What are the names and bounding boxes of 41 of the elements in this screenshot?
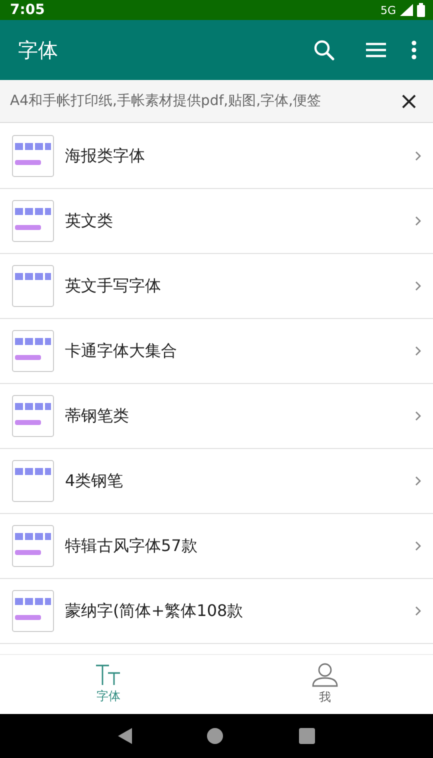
list-item[interactable]: 卡通字体大集合: [0, 319, 433, 384]
item-title: 蒙纳字(简体+繁体108款: [65, 600, 244, 622]
person-icon: [312, 663, 338, 687]
search-icon[interactable]: [313, 39, 335, 61]
item-title: 4类钢笔: [65, 470, 124, 492]
app-title: 字体: [18, 36, 59, 64]
list-item[interactable]: 特辑古风字体57款: [0, 514, 433, 579]
nav-tab[interactable]: 字体: [0, 655, 216, 714]
item-title: 卡通字体大集合: [65, 340, 178, 362]
list-item[interactable]: 蒂钢笔类: [0, 384, 433, 449]
back-icon[interactable]: [118, 728, 132, 744]
battery-icon: [417, 3, 425, 17]
chevron-icon: [415, 151, 421, 161]
nav-tab[interactable]: 我: [216, 655, 433, 714]
item-title: 蒂钢笔类: [65, 406, 130, 426]
list-item[interactable]: 蒙纳字(简体+繁体108款: [0, 579, 433, 644]
chevron-icon: [415, 476, 421, 486]
signal-icon: [400, 4, 413, 16]
close-button[interactable]: ×: [396, 89, 421, 113]
chevron-icon: [415, 216, 421, 226]
chevron-icon: [415, 281, 421, 291]
status-time: 7:05: [10, 2, 46, 18]
more-icon[interactable]: [411, 40, 417, 60]
recents-icon[interactable]: [299, 728, 316, 744]
item-title: 海报类字体: [65, 146, 146, 166]
list-item[interactable]: 海报类字体: [0, 124, 433, 189]
item-title: 英文类: [65, 210, 114, 232]
notice-text: A4和手帐打印纸,手帐素材提供pdf,贴图,字体,便签: [10, 92, 322, 110]
item-title: 英文手写字体: [65, 276, 162, 296]
font-size-icon: [95, 664, 122, 686]
list-item[interactable]: 英文手写字体: [0, 254, 433, 319]
menu-icon[interactable]: [365, 42, 387, 58]
network-label: 5G: [380, 4, 396, 16]
chevron-icon: [415, 411, 421, 421]
home-icon[interactable]: [207, 728, 224, 744]
item-title: 特辑古风字体57款: [65, 536, 198, 556]
list-item[interactable]: 英文类: [0, 189, 433, 254]
chevron-icon: [415, 541, 421, 551]
chevron-icon: [415, 606, 421, 616]
list-item[interactable]: 4类钢笔: [0, 449, 433, 514]
chevron-icon: [415, 346, 421, 356]
